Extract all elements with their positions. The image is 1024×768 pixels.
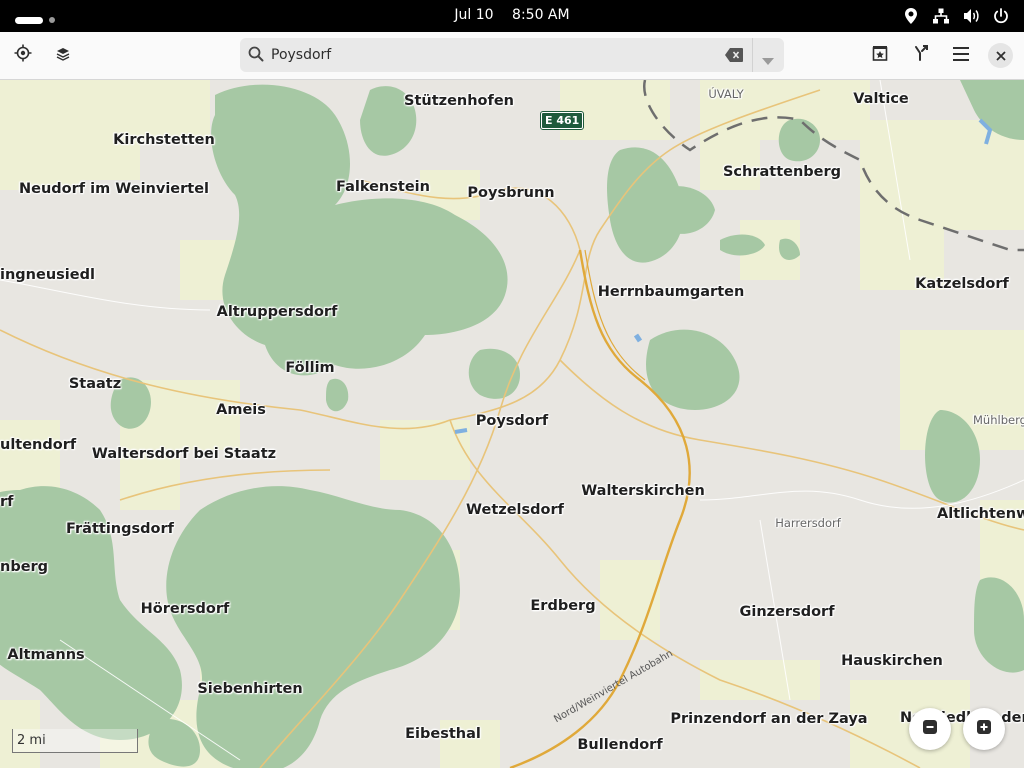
place-label: Waltersdorf bei Staatz — [91, 446, 277, 462]
place-label: Staatz — [68, 376, 122, 392]
zoom-out-icon — [922, 719, 938, 739]
menu-icon — [953, 46, 969, 65]
place-label: nberg — [0, 559, 49, 575]
place-label: Wetzelsdorf — [466, 502, 564, 518]
zoom-in-button[interactable] — [963, 708, 1005, 750]
road-shield: E 461 — [539, 111, 585, 130]
favorites-button[interactable] — [864, 39, 896, 71]
place-label: Altlichtenwa — [937, 506, 1024, 522]
place-label: ultendorf — [0, 437, 77, 453]
place-label: Siebenhirten — [197, 681, 303, 697]
place-label: Poysbrunn — [467, 185, 555, 201]
volume-icon — [962, 7, 980, 25]
clock-date: Jul 10 — [454, 7, 494, 23]
header-bar — [0, 32, 1024, 80]
main-menu-button[interactable] — [945, 39, 977, 71]
clock[interactable]: Jul 10 8:50 AM — [0, 7, 1024, 23]
place-label: Falkenstein — [336, 179, 430, 195]
zoom-out-button[interactable] — [909, 708, 951, 750]
layers-button[interactable] — [47, 39, 79, 71]
system-tray[interactable] — [902, 7, 1010, 25]
dropdown-arrow-icon[interactable] — [762, 51, 774, 70]
place-label: Schrattenberg — [722, 164, 842, 180]
place-label: Valtice — [853, 91, 909, 107]
scale-label: 2 mi — [17, 733, 46, 748]
locate-button[interactable] — [7, 39, 39, 71]
place-label: Stützenhofen — [404, 93, 514, 109]
place-label: Ameis — [216, 402, 266, 418]
close-window-button[interactable] — [988, 43, 1013, 68]
power-icon — [992, 7, 1010, 25]
place-label: Frättingsdorf — [66, 521, 174, 537]
place-label: Ginzersdorf — [739, 604, 835, 620]
place-label: Katzelsdorf — [915, 276, 1009, 292]
place-label: Prinzendorf an der Zaya — [670, 711, 868, 727]
route-icon — [913, 45, 929, 65]
place-label-small: ÚVALY — [708, 87, 744, 101]
place-label: Bullendorf — [577, 737, 663, 753]
system-top-bar: Jul 10 8:50 AM — [0, 0, 1024, 32]
close-icon — [995, 46, 1006, 65]
clock-time: 8:50 AM — [512, 7, 570, 23]
scale-bar: 2 mi — [12, 729, 138, 753]
place-label: ingneusiedl — [0, 267, 95, 283]
place-label: Hauskirchen — [841, 653, 943, 669]
locate-icon — [14, 44, 32, 66]
place-label: Walterskirchen — [581, 483, 705, 499]
place-label: Eibesthal — [405, 726, 481, 742]
search-bar[interactable] — [240, 38, 784, 72]
place-label: Altruppersdorf — [216, 304, 338, 320]
search-icon — [248, 46, 264, 66]
favorites-icon — [872, 45, 888, 65]
place-label: Altmanns — [7, 647, 85, 663]
search-separator — [752, 38, 753, 72]
place-label: Kirchstetten — [113, 132, 215, 148]
place-label: Poysdorf — [475, 413, 549, 429]
place-label-small: Harrersdorf — [775, 516, 841, 530]
map-view[interactable]: E 461 Nord/Weinviertel Autobahn Stützenh… — [0, 80, 1024, 768]
search-input[interactable] — [271, 43, 711, 67]
clear-search-icon[interactable] — [725, 47, 743, 66]
place-label: Erdberg — [530, 598, 596, 614]
location-icon — [902, 7, 920, 25]
place-label: Herrnbaumgarten — [597, 284, 745, 300]
place-label: Hörersdorf — [140, 601, 230, 617]
place-label: rf — [0, 494, 14, 510]
route-button[interactable] — [905, 39, 937, 71]
zoom-in-icon — [976, 719, 992, 739]
place-label-small: Mühlberg — [973, 413, 1024, 427]
place-label: Neudorf im Weinviertel — [18, 181, 210, 197]
network-icon — [932, 7, 950, 25]
layers-icon — [56, 46, 70, 65]
place-label: Föllim — [285, 360, 335, 376]
